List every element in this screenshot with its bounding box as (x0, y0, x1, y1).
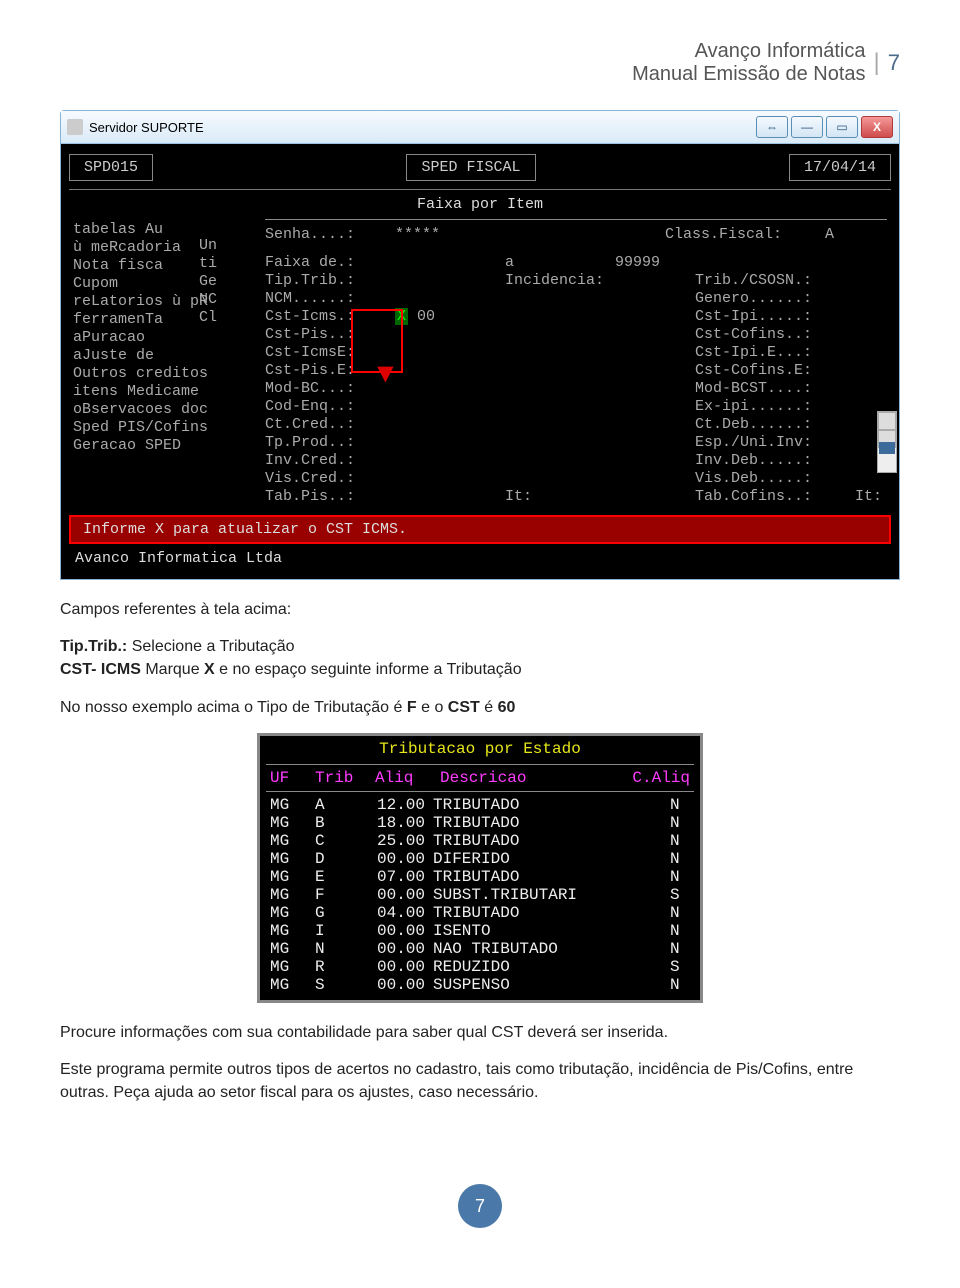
submenu-code: Ge (199, 273, 259, 291)
trib-title: Tributacao por Estado (260, 736, 700, 762)
program-code: SPD015 (69, 154, 153, 181)
submenu-code: ti (199, 255, 259, 273)
label-tiptrib: Tip.Trib.: (60, 638, 127, 655)
document-header: Avanço Informática Manual Emissão de Not… (60, 40, 900, 86)
table-row: MGG04.00TRIBUTADON (270, 904, 690, 922)
label-csticms: CST- ICMS (60, 661, 141, 678)
menu-item[interactable]: Sped PIS/Cofins (73, 419, 243, 437)
senha-value: ***** (395, 226, 505, 244)
terminal-area: SPD015 SPED FISCAL 17/04/14 Faixa por It… (61, 144, 899, 579)
table-row: MGA12.00TRIBUTADON (270, 796, 690, 814)
page-number-header: 7 (888, 50, 900, 76)
vertical-scrollbar[interactable] (877, 411, 897, 473)
trib-header-row: UF Trib Aliq Descricao C.Aliq (260, 767, 700, 789)
body-heading: Campos referentes à tela acima: (60, 598, 900, 621)
form-row: Faixa de.:a99999 (265, 254, 887, 272)
form-row: Cst-Pis.E:Cst-Cofins.E: (265, 362, 887, 380)
menu-item[interactable]: aJuste de (73, 347, 243, 365)
window-title: Servidor SUPORTE (89, 120, 204, 135)
table-row: MGB18.00TRIBUTADON (270, 814, 690, 832)
form-row: Tip.Trib.:Incidencia:Trib./CSOSN.: (265, 272, 887, 290)
program-date: 17/04/14 (789, 154, 891, 181)
table-row: MGI00.00ISENTON (270, 922, 690, 940)
class-label: Class.Fiscal: (665, 226, 825, 244)
program-name: SPED FISCAL (406, 154, 535, 181)
form-row: Tp.Prod..:Esp./Uni.Inv: (265, 434, 887, 452)
sub-menu-codes: UntiGeNCCl (199, 237, 259, 327)
form-row: NCM......:Genero......: (265, 290, 887, 308)
form-row: Cod-Enq..:Ex-ipi......: (265, 398, 887, 416)
document-body-2: Procure informações com sua contabilidad… (60, 1021, 900, 1105)
table-row: MGF00.00SUBST.TRIBUTARIS (270, 886, 690, 904)
menu-item[interactable]: aPuracao (73, 329, 243, 347)
table-row: MGD00.00DIFERIDON (270, 850, 690, 868)
minimize-button[interactable]: — (791, 116, 823, 138)
menu-item[interactable]: oBservacoes doc (73, 401, 243, 419)
submenu-code: Un (199, 237, 259, 255)
menu-item[interactable]: Outros creditos (73, 365, 243, 383)
menu-item[interactable]: itens Medicame (73, 383, 243, 401)
maximize-button[interactable]: ▭ (826, 116, 858, 138)
table-row: MGR00.00REDUZIDOS (270, 958, 690, 976)
submenu-code: Cl (199, 309, 259, 327)
form-row: Cst-Pis..:Cst-Cofins..: (265, 326, 887, 344)
window-extra-button[interactable]: ⇔ (756, 116, 788, 138)
screen-title: Faixa por Item (69, 196, 891, 213)
company-name: Avanço Informática (632, 40, 865, 63)
form-row: Tab.Pis..:It:Tab.Cofins..:It: (265, 488, 887, 506)
scrollbar-thumb[interactable] (879, 442, 895, 454)
table-row: MGN00.00NAO TRIBUTADON (270, 940, 690, 958)
senha-label: Senha....: (265, 226, 395, 244)
app-icon (67, 119, 83, 135)
close-button[interactable]: X (861, 116, 893, 138)
tributacao-table: Tributacao por Estado UF Trib Aliq Descr… (257, 733, 703, 1003)
table-row: MGS00.00SUSPENSON (270, 976, 690, 994)
form-row: Cst-IcmsE:Cst-Ipi.E...: (265, 344, 887, 362)
form-row: Cst-Icms.:X 00Cst-Ipi.....: (265, 308, 887, 326)
table-row: MGC25.00TRIBUTADON (270, 832, 690, 850)
doc-subtitle: Manual Emissão de Notas (632, 63, 865, 86)
titlebar: Servidor SUPORTE ⇔ — ▭ X (61, 111, 899, 144)
hint-bar: Informe X para atualizar o CST ICMS. (69, 515, 891, 544)
footer-company: Avanco Informatica Ltda (69, 544, 891, 569)
class-value: A (825, 226, 887, 244)
application-window: Servidor SUPORTE ⇔ — ▭ X SPD015 SPED FIS… (60, 110, 900, 580)
document-body: Campos referentes à tela acima: Tip.Trib… (60, 598, 900, 719)
form-row: Ct.Cred..:Ct.Deb......: (265, 416, 887, 434)
table-row: MGE07.00TRIBUTADON (270, 868, 690, 886)
form-row: Mod-BC...:Mod-BCST....: (265, 380, 887, 398)
red-arrow-icon: ▼ (377, 371, 394, 381)
form-row: Vis.Cred.:Vis.Deb.....: (265, 470, 887, 488)
menu-item[interactable]: Geracao SPED (73, 437, 243, 455)
page-number-badge: 7 (458, 1184, 502, 1228)
submenu-code: NC (199, 291, 259, 309)
form-panel: Senha....: ***** Class.Fiscal: A Faixa d… (265, 219, 887, 506)
form-row: Inv.Cred.:Inv.Deb.....: (265, 452, 887, 470)
